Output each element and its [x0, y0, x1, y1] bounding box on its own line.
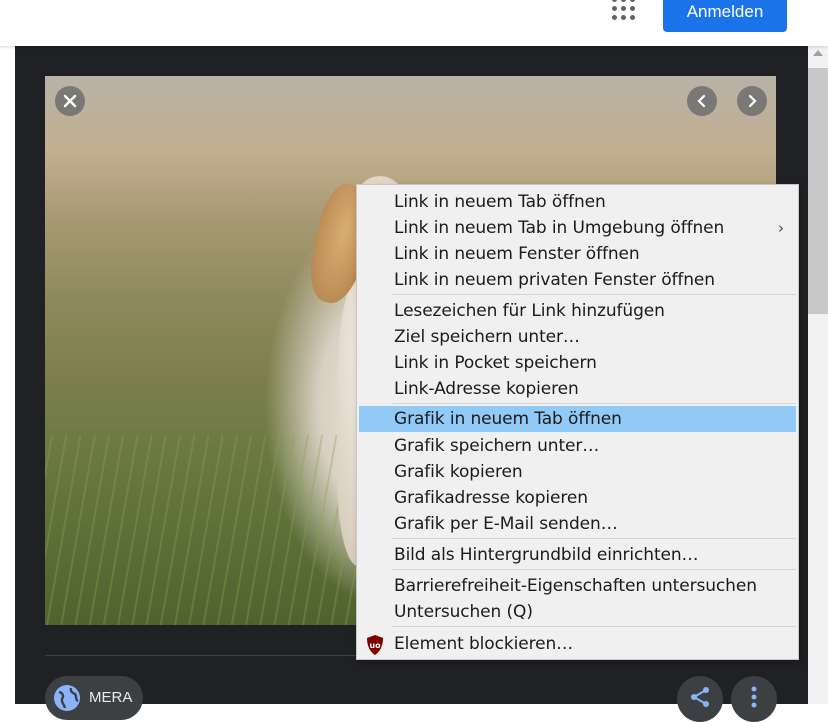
svg-text:uo: uo: [369, 641, 381, 650]
source-label: MERA: [89, 688, 133, 706]
menu-item-label: Link in neuem privaten Fenster öffnen: [394, 270, 715, 290]
globe-icon: [54, 685, 80, 711]
menu-item-inspect[interactable]: Untersuchen (Q): [359, 599, 796, 625]
menu-item-copy-image[interactable]: Grafik kopieren: [359, 459, 796, 485]
menu-item-label: Lesezeichen für Link hinzufügen: [394, 301, 665, 321]
menu-separator: [392, 538, 796, 539]
menu-item-label: Grafik speichern unter…: [394, 436, 600, 456]
menu-item-open-link-private-window[interactable]: Link in neuem privaten Fenster öffnen: [359, 267, 796, 293]
menu-item-label: Grafik per E-Mail senden…: [394, 514, 618, 534]
menu-item-label: Grafikadresse kopieren: [394, 488, 588, 508]
scroll-thumb[interactable]: [808, 68, 828, 314]
scroll-up-arrow-icon[interactable]: [813, 50, 823, 56]
more-vert-icon: [751, 686, 757, 708]
chevron-left-icon: [697, 94, 706, 108]
menu-item-label: Link in Pocket speichern: [394, 353, 597, 373]
menu-item-copy-image-address[interactable]: Grafikadresse kopieren: [359, 485, 796, 511]
menu-item-label: Element blockieren…: [394, 634, 574, 654]
share-icon: [691, 687, 709, 707]
menu-item-save-image-as[interactable]: Grafik speichern unter…: [359, 433, 796, 459]
menu-item-copy-link[interactable]: Link-Adresse kopieren: [359, 376, 796, 402]
signin-button[interactable]: Anmelden: [663, 0, 787, 32]
menu-separator: [392, 626, 796, 627]
share-button[interactable]: [677, 676, 723, 722]
close-icon: [63, 94, 77, 108]
context-menu: Link in neuem Tab öffnen Link in neuem T…: [356, 184, 799, 660]
menu-item-save-to-pocket[interactable]: Link in Pocket speichern: [359, 350, 796, 376]
menu-item-open-link-new-tab[interactable]: Link in neuem Tab öffnen: [359, 189, 796, 215]
menu-item-label: Grafik kopieren: [394, 462, 523, 482]
menu-separator: [392, 403, 796, 404]
ublock-origin-icon: uo: [367, 635, 383, 655]
menu-item-label: Bild als Hintergrundbild einrichten…: [394, 545, 699, 565]
close-button[interactable]: [55, 86, 85, 116]
menu-separator: [392, 294, 796, 295]
grid-apps-icon[interactable]: [611, 0, 635, 21]
menu-item-open-image-new-tab[interactable]: Grafik in neuem Tab öffnen: [359, 406, 796, 432]
scrollbar[interactable]: [808, 46, 828, 704]
menu-item-email-image[interactable]: Grafik per E-Mail senden…: [359, 511, 796, 537]
menu-separator: [392, 569, 796, 570]
menu-item-save-link-as[interactable]: Ziel speichern unter…: [359, 324, 796, 350]
menu-item-inspect-accessibility[interactable]: Barrierefreiheit-Eigenschaften untersuch…: [359, 573, 796, 599]
chevron-right-icon: [748, 94, 757, 108]
menu-item-label: Link-Adresse kopieren: [394, 379, 579, 399]
menu-item-label: Link in neuem Tab in Umgebung öffnen: [394, 218, 725, 238]
menu-item-open-link-new-window[interactable]: Link in neuem Fenster öffnen: [359, 241, 796, 267]
menu-item-label: Barrierefreiheit-Eigenschaften untersuch…: [394, 576, 757, 596]
menu-item-bookmark-link[interactable]: Lesezeichen für Link hinzufügen: [359, 298, 796, 324]
menu-item-label: Link in neuem Fenster öffnen: [394, 244, 640, 264]
menu-item-label: Link in neuem Tab öffnen: [394, 192, 606, 212]
more-options-button[interactable]: [731, 676, 777, 722]
menu-item-label: Grafik in neuem Tab öffnen: [394, 409, 622, 429]
divider: [45, 655, 357, 656]
menu-item-label: Untersuchen (Q): [394, 602, 533, 622]
next-image-button[interactable]: [737, 86, 767, 116]
prev-image-button[interactable]: [687, 86, 717, 116]
menu-item-open-link-new-tab-container[interactable]: Link in neuem Tab in Umgebung öffnen ›: [359, 215, 796, 241]
source-chip[interactable]: MERA: [45, 676, 143, 720]
menu-item-label: Ziel speichern unter…: [394, 327, 580, 347]
top-bar: Anmelden: [0, 0, 828, 46]
submenu-arrow-icon: ›: [778, 219, 784, 237]
menu-item-block-element[interactable]: uo Element blockieren…: [359, 631, 796, 657]
menu-item-set-as-background[interactable]: Bild als Hintergrundbild einrichten…: [359, 542, 796, 568]
